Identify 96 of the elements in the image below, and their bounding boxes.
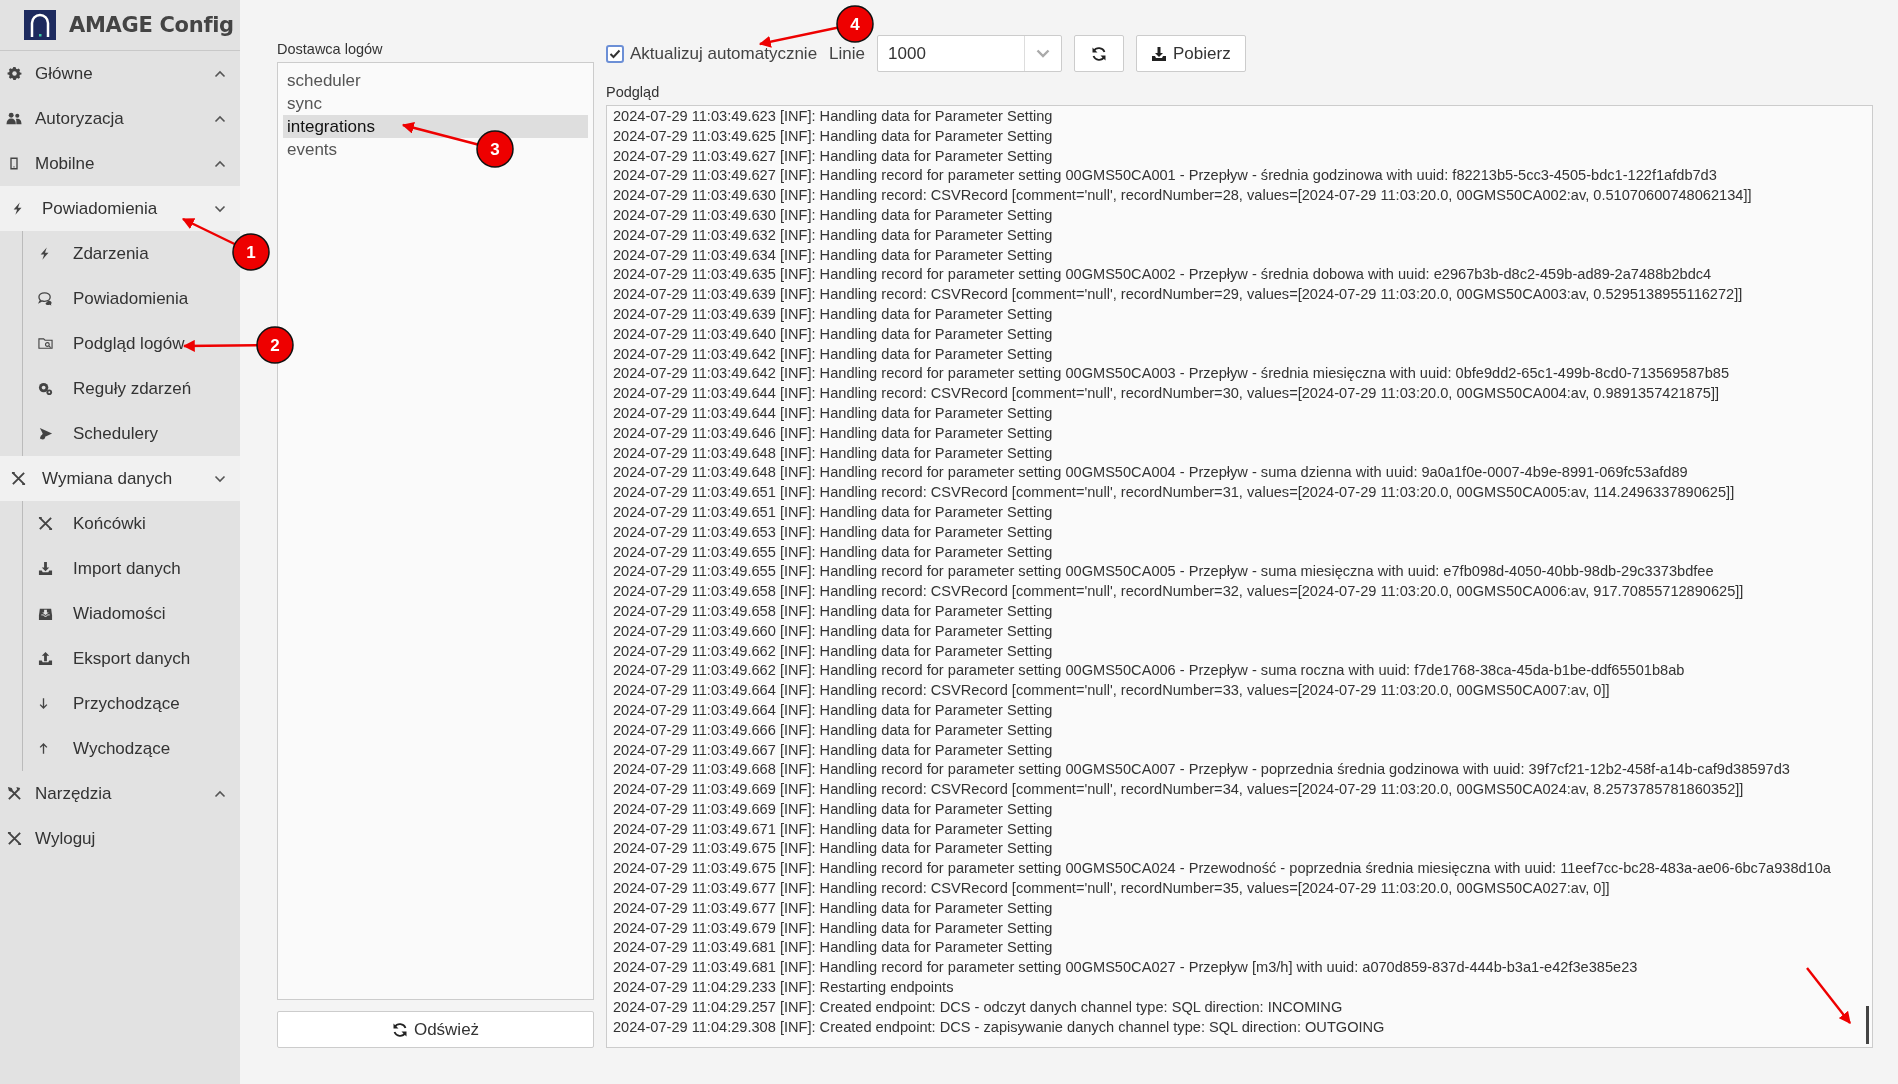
log-line: 2024-07-29 11:03:49.653 [INF]: Handling data for Parameter Setting: [613, 522, 1054, 542]
tools-icon: [6, 786, 22, 801]
log-line: 2024-07-29 11:03:49.644 [INF]: Handling record: CSVRecord [comment='null', recordNumber=30, values=[2024-07-29 11:03:20.0, 00GMS50CA004:av, 0.9891357421875]]: [613, 384, 1721, 404]
log-line: 2024-07-29 11:03:49.671 [INF]: Handling data for Parameter Setting: [613, 819, 1054, 839]
sidebar-subitem[interactable]: Schedulery: [23, 411, 165, 456]
download-icon: [37, 561, 53, 576]
provider-item[interactable]: scheduler: [283, 69, 367, 92]
provider-item[interactable]: sync: [283, 92, 328, 115]
refresh-icon: [1091, 45, 1107, 62]
log-line: 2024-07-29 11:03:49.658 [INF]: Handling data for Parameter Setting: [613, 601, 1054, 621]
users-icon: [6, 111, 22, 126]
log-line: 2024-07-29 11:03:49.632 [INF]: Handling data for Parameter Setting: [613, 225, 1054, 245]
log-line: 2024-07-29 11:03:49.660 [INF]: Handling data for Parameter Setting: [613, 621, 1054, 641]
log-line: 2024-07-29 11:03:49.639 [INF]: Handling record: CSVRecord [comment='null', recordNumber=29, values=[2024-07-29 11:03:20.0, 00GMS50CA003:av, 0.5295138955116272]]: [613, 285, 1744, 305]
log-line: 2024-07-29 11:03:49.681 [INF]: Handling record for parameter setting 00GMS50CA027 - Przepływ [m3/h] with uuid: a070d859-837d-444b-b3a1-e42f3e385e23: [613, 958, 1639, 978]
sidebar-subitem[interactable]: Import danych: [23, 546, 187, 591]
sidebar-item[interactable]: Narzędzia: [0, 771, 240, 816]
sidebar-item[interactable]: Powiadomienia: [0, 186, 240, 231]
logo-icon: [24, 10, 56, 40]
log-line: 2024-07-29 11:03:49.677 [INF]: Handling data for Parameter Setting: [613, 898, 1054, 918]
log-line: 2024-07-29 11:03:49.681 [INF]: Handling data for Parameter Setting: [613, 938, 1054, 958]
scrollbar-thumb[interactable]: [1866, 1006, 1869, 1044]
log-line: 2024-07-29 11:03:49.630 [INF]: Handling data for Parameter Setting: [613, 206, 1054, 225]
log-line: 2024-07-29 11:03:49.669 [INF]: Handling data for Parameter Setting: [613, 799, 1054, 819]
preview-label: Podgląd: [606, 83, 661, 102]
log-line: 2024-07-29 11:03:49.677 [INF]: Handling record: CSVRecord [comment='null', recordNumber=35, values=[2024-07-29 11:03:20.0, 00GMS50CA027:av, 0]]: [613, 879, 1611, 899]
sidebar-item[interactable]: Wymiana danych: [0, 456, 240, 501]
crossed-tools-icon: [10, 471, 26, 486]
log-line: 2024-07-29 11:03:49.651 [INF]: Handling data for Parameter Setting: [613, 502, 1054, 522]
log-line: 2024-07-29 11:04:29.308 [INF]: Created endpoint: DCS - zapisywanie danych channel type: SQL direction: OUTGOING: [613, 1017, 1386, 1037]
gear-icon: [6, 66, 22, 81]
log-line: 2024-07-29 11:03:49.640 [INF]: Handling data for Parameter Setting: [613, 324, 1054, 344]
provider-item[interactable]: integrations: [283, 115, 588, 138]
folder-search-icon: [37, 336, 53, 351]
log-line: 2024-07-29 11:03:49.635 [INF]: Handling record for parameter setting 00GMS50CA002 - Przepływ - średnia dobowa with uuid: e2967b3b-d8c2-459b-ad89-2a7488b2bdc4: [613, 265, 1713, 285]
log-line: 2024-07-29 11:04:29.257 [INF]: Created endpoint: DCS - odczyt danych channel type: SQL direction: INCOMING: [613, 997, 1344, 1017]
chevron-down-icon: [1036, 49, 1050, 58]
log-line: 2024-07-29 11:03:49.627 [INF]: Handling record for parameter setting 00GMS50CA001 - Przepływ - średnia godzinowa with uuid: f82213b5-5cc3-4505-bdc1-122f1afdb7d3: [613, 166, 1718, 186]
sidebar-item[interactable]: Wyloguj: [0, 816, 240, 861]
sidebar-subitem[interactable]: Wiadomości: [23, 591, 172, 636]
sidebar-item[interactable]: Autoryzacja: [0, 96, 240, 141]
reload-button[interactable]: [1074, 35, 1124, 72]
sidebar-subitem[interactable]: Przychodzące: [23, 681, 186, 726]
lines-select[interactable]: 1000: [877, 35, 1062, 72]
log-line: 2024-07-29 11:03:49.623 [INF]: Handling data for Parameter Setting: [613, 107, 1054, 126]
log-line: 2024-07-29 11:03:49.639 [INF]: Handling data for Parameter Setting: [613, 304, 1054, 324]
log-line: 2024-07-29 11:03:49.666 [INF]: Handling data for Parameter Setting: [613, 720, 1054, 740]
crossed-tools-icon: [37, 516, 53, 531]
log-line: 2024-07-29 11:03:49.655 [INF]: Handling data for Parameter Setting: [613, 542, 1054, 562]
sidebar-item[interactable]: Główne: [0, 51, 240, 96]
log-line: 2024-07-29 11:03:49.662 [INF]: Handling record for parameter setting 00GMS50CA006 - Przepływ - suma roczna with uuid: f7de1768-38ca-45da-b1be-ddf65501b8ab: [613, 661, 1686, 681]
send-icon: [37, 426, 53, 441]
log-line: 2024-07-29 11:03:49.642 [INF]: Handling record for parameter setting 00GMS50CA003 - Przepływ - średnia miesięczna with uuid: 0bfe9dd2-65c1-499b-8cd0-713569587b85: [613, 364, 1730, 384]
log-line: 2024-07-29 11:03:49.627 [INF]: Handling data for Parameter Setting: [613, 146, 1054, 166]
sidebar-subitem[interactable]: Zdarzenia: [23, 231, 155, 276]
log-line: 2024-07-29 11:03:49.662 [INF]: Handling data for Parameter Setting: [613, 641, 1054, 661]
log-line: 2024-07-29 11:03:49.648 [INF]: Handling record for parameter setting 00GMS50CA004 - Przepływ - suma dzienna with uuid: 9a0a1f0e-0007-4b9e-8991-069fc53afd89: [613, 463, 1689, 483]
provider-item[interactable]: events: [283, 138, 344, 161]
close-icon: [6, 831, 22, 846]
check-icon: [609, 48, 621, 59]
log-line: 2024-07-29 11:03:49.655 [INF]: Handling record for parameter setting 00GMS50CA005 - Przepływ - suma miesięczna with uuid: e7fb098d-4050-40bb-98db-29c3373bdfee: [613, 562, 1715, 582]
log-line: 2024-07-29 11:03:49.630 [INF]: Handling record: CSVRecord [comment='null', recordNumber=28, values=[2024-07-29 11:03:20.0, 00GMS50CA002:av, 0.51070600748062134]]: [613, 186, 1753, 206]
log-line: 2024-07-29 11:03:49.664 [INF]: Handling data for Parameter Setting: [613, 700, 1054, 720]
upload-icon: [37, 651, 53, 666]
log-line: 2024-07-29 11:04:29.233 [INF]: Restarting endpoints: [613, 978, 955, 998]
inbox-icon: [37, 606, 53, 621]
refresh-button[interactable]: Odśwież: [277, 1011, 594, 1048]
log-line: 2024-07-29 11:03:49.675 [INF]: Handling data for Parameter Setting: [613, 839, 1054, 859]
log-line: 2024-07-29 11:03:49.679 [INF]: Handling data for Parameter Setting: [613, 918, 1054, 938]
sidebar-item[interactable]: Mobilne: [0, 141, 240, 186]
log-line: 2024-07-29 11:03:49.675 [INF]: Handling record for parameter setting 00GMS50CA024 - Przewodność - poprzednia średnia miesięczna with uuid: 11eef7cc-bc28-483a-ae06-6bc7a938d10a: [613, 859, 1832, 879]
log-line: 2024-07-29 11:03:49.651 [INF]: Handling record: CSVRecord [comment='null', recordNumber=31, values=[2024-07-29 11:03:20.0, 00GMS50CA005:av, 114.2496337890625]]: [613, 483, 1736, 503]
annotation-arrow: [1806, 967, 1851, 1024]
log-line: 2024-07-29 11:03:49.646 [INF]: Handling data for Parameter Setting: [613, 423, 1054, 443]
sidebar-subitem[interactable]: Końcówki: [23, 501, 152, 546]
log-line: 2024-07-29 11:03:49.642 [INF]: Handling data for Parameter Setting: [613, 344, 1054, 364]
sidebar-subitem[interactable]: Eksport danych: [23, 636, 197, 681]
log-line: 2024-07-29 11:03:49.668 [INF]: Handling record for parameter setting 00GMS50CA007 - Przepływ - poprzednia średnia godzinowa with uuid: 39f7cf21-12b2-458f-a14b-caf9d38597d3: [613, 760, 1791, 780]
log-line: 2024-07-29 11:03:49.667 [INF]: Handling data for Parameter Setting: [613, 740, 1054, 760]
log-line: 2024-07-29 11:03:49.664 [INF]: Handling record: CSVRecord [comment='null', recordNumber=33, values=[2024-07-29 11:03:20.0, 00GMS50CA007:av, 0]]: [613, 681, 1611, 701]
log-line: 2024-07-29 11:03:49.669 [INF]: Handling record: CSVRecord [comment='null', recordNumber=34, values=[2024-07-29 11:03:20.0, 00GMS50CA024:av, 8.2573785781860352]]: [613, 780, 1745, 800]
download-icon: [1151, 45, 1167, 62]
app-title: AMAGE Config: [69, 13, 234, 37]
log-line: 2024-07-29 11:03:49.658 [INF]: Handling record: CSVRecord [comment='null', recordNumber=32, values=[2024-07-29 11:03:20.0, 00GMS50CA006:av, 917.70855712890625]]: [613, 582, 1745, 602]
sidebar-subitem[interactable]: Wychodzące: [23, 726, 177, 771]
sidebar-subitem[interactable]: Powiadomienia: [23, 276, 195, 321]
log-line: 2024-07-29 11:03:49.644 [INF]: Handling data for Parameter Setting: [613, 403, 1054, 423]
download-button[interactable]: Pobierz: [1136, 35, 1246, 72]
log-line: 2024-07-29 11:03:49.634 [INF]: Handling data for Parameter Setting: [613, 245, 1054, 265]
log-line: 2024-07-29 11:03:49.648 [INF]: Handling data for Parameter Setting: [613, 443, 1054, 463]
refresh-icon: [391, 1021, 408, 1038]
provider-label: Dostawca logów: [277, 39, 384, 59]
sidebar-subitem[interactable]: Reguły zdarzeń: [23, 366, 198, 411]
log-line: 2024-07-29 11:03:49.625 [INF]: Handling data for Parameter Setting: [613, 126, 1054, 146]
chat-bubbles-icon: [37, 291, 53, 306]
gears-icon: [37, 381, 53, 396]
